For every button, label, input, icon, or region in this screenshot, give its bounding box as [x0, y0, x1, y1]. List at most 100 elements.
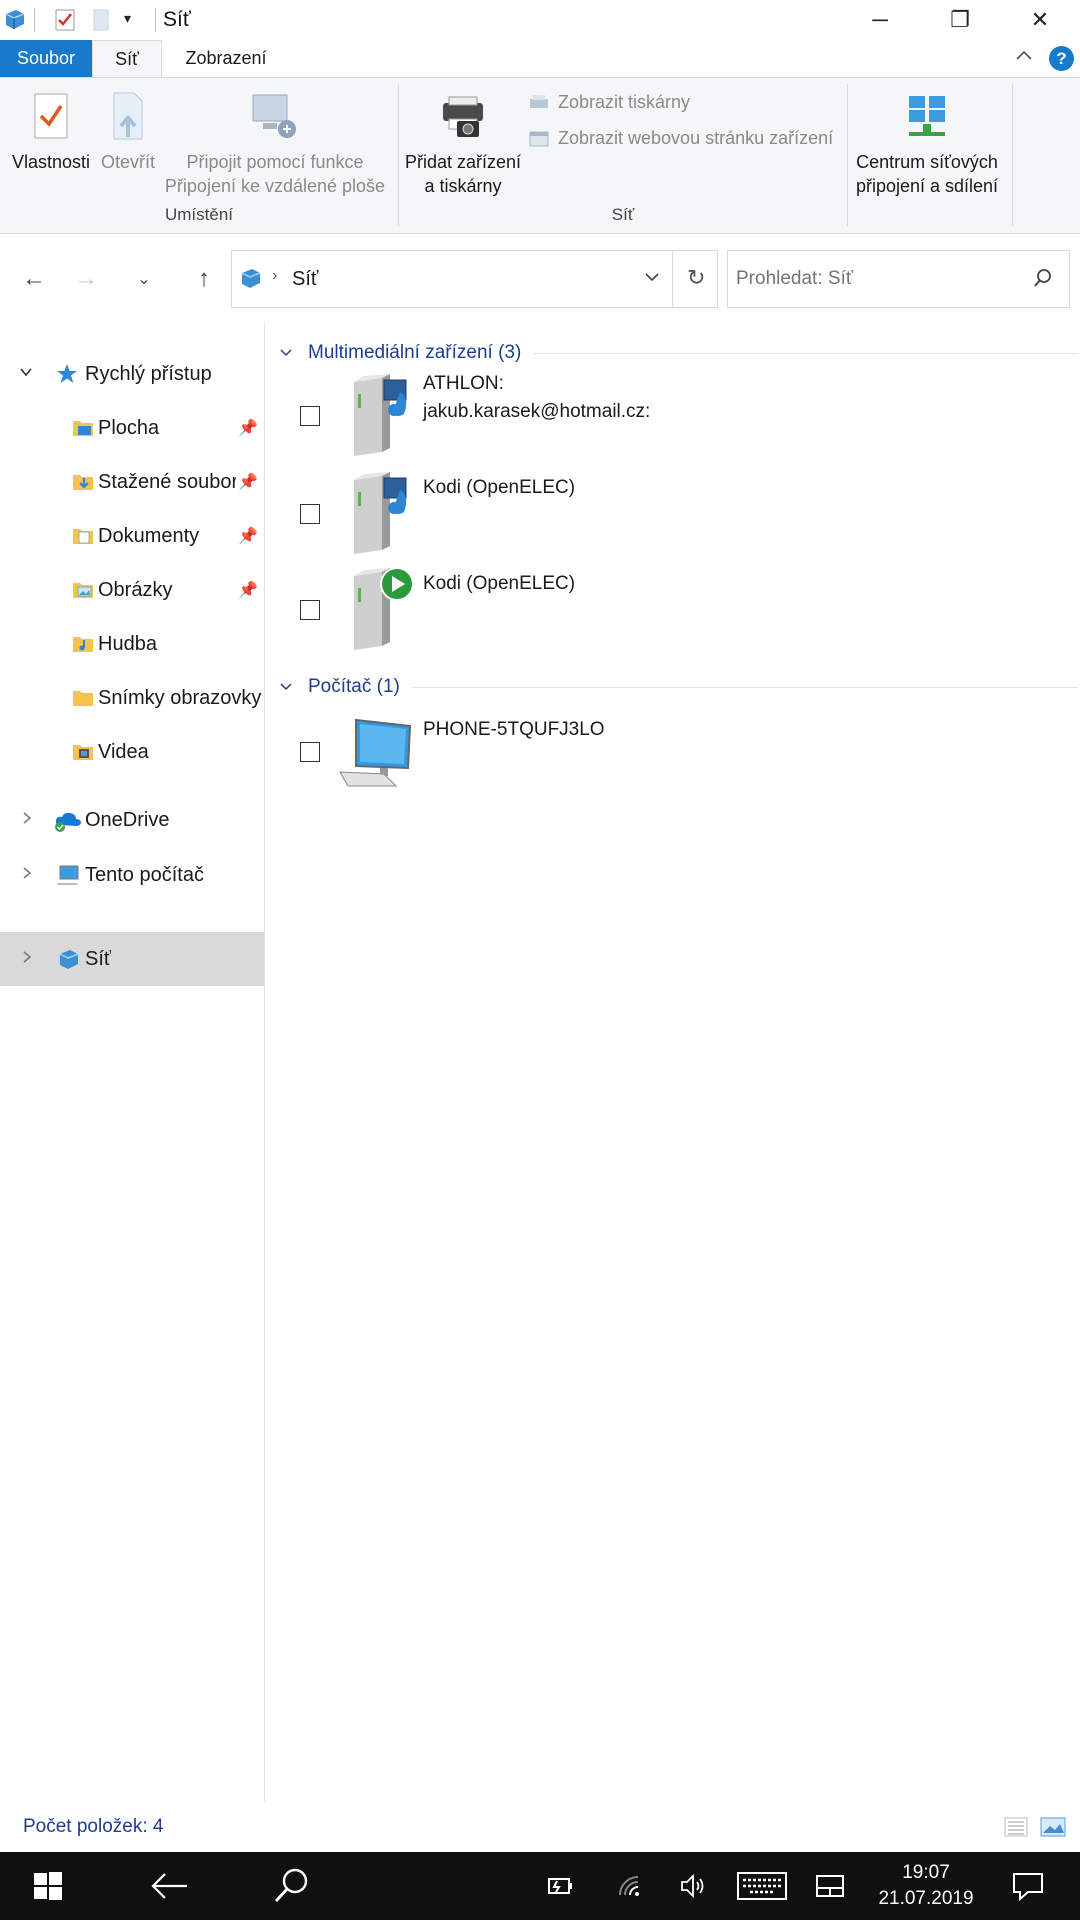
- details-view-icon[interactable]: [1004, 1816, 1028, 1843]
- list-item-kodi-1[interactable]: Kodi (OpenELEC): [266, 470, 1066, 558]
- back-button[interactable]: ←: [14, 259, 54, 299]
- tablet-mode-icon[interactable]: [812, 1852, 848, 1920]
- item-checkbox[interactable]: [300, 600, 320, 620]
- open-icon: [96, 84, 160, 150]
- help-icon[interactable]: ?: [1049, 46, 1074, 71]
- sidebar-item-quick-access[interactable]: Rychlý přístup: [0, 347, 264, 401]
- sidebar-item-network[interactable]: Síť: [0, 932, 264, 986]
- chevron-down-icon[interactable]: [278, 679, 294, 695]
- chevron-down-icon[interactable]: [18, 364, 34, 385]
- touch-keyboard-icon[interactable]: [734, 1852, 790, 1920]
- pin-icon[interactable]: 📌: [238, 418, 258, 438]
- list-item-kodi-2[interactable]: Kodi (OpenELEC): [266, 566, 1066, 654]
- remote-desktop-label-line1: Připojit pomocí funkce: [186, 152, 364, 172]
- tab-file[interactable]: Soubor: [0, 40, 92, 77]
- restore-button[interactable]: ❐: [920, 0, 1000, 40]
- address-dropdown-icon[interactable]: [642, 267, 662, 292]
- refresh-icon[interactable]: ↻: [687, 265, 705, 291]
- item-checkbox[interactable]: [300, 504, 320, 524]
- customize-toolbar-dropdown-icon[interactable]: ▾: [124, 10, 131, 27]
- recent-locations-button[interactable]: ⌄: [124, 259, 164, 299]
- restore-icon: ❐: [950, 7, 970, 32]
- start-button[interactable]: [18, 1852, 78, 1920]
- show-printers-label: Zobrazit tiskárny: [558, 92, 691, 112]
- group-header-computer[interactable]: Počítač (1): [278, 676, 1078, 698]
- sidebar-item-label: Tento počítač: [85, 863, 204, 886]
- sidebar-item-videos[interactable]: Videa: [0, 725, 264, 779]
- volume-icon[interactable]: [676, 1852, 712, 1920]
- clock[interactable]: 19:07 21.07.2019: [866, 1860, 986, 1912]
- tab-view[interactable]: Zobrazení: [170, 40, 282, 77]
- large-icons-view-icon[interactable]: [1040, 1816, 1066, 1843]
- media-player-icon: [344, 566, 418, 655]
- sidebar-item-label: Dokumenty: [98, 524, 200, 547]
- breadcrumb-network[interactable]: Síť: [292, 268, 318, 291]
- minimize-icon: ─: [872, 7, 888, 32]
- properties-button[interactable]: Vlastnosti: [6, 84, 96, 174]
- group-label-network: Síť: [611, 205, 635, 224]
- sidebar-item-downloads[interactable]: Stažené soubory 📌: [0, 455, 264, 509]
- close-icon: ✕: [1030, 7, 1050, 32]
- tab-network[interactable]: Síť: [92, 40, 162, 77]
- search-box[interactable]: [727, 250, 1070, 308]
- item-checkbox[interactable]: [300, 742, 320, 762]
- sidebar-item-this-pc[interactable]: Tento počítač: [0, 848, 264, 902]
- chevron-down-icon[interactable]: [278, 345, 294, 361]
- show-device-webpage-button[interactable]: Zobrazit webovou stránku zařízení: [528, 128, 833, 149]
- minimize-button[interactable]: ─: [840, 0, 920, 40]
- pin-icon[interactable]: 📌: [238, 472, 258, 492]
- clock-date: 21.07.2019: [878, 1888, 974, 1909]
- search-taskbar-button[interactable]: [258, 1852, 324, 1920]
- printers-icon: [530, 94, 548, 108]
- search-icon[interactable]: [1032, 267, 1054, 294]
- group-divider: [533, 352, 1078, 354]
- forward-button[interactable]: →: [66, 259, 106, 299]
- sidebar-item-desktop[interactable]: Plocha 📌: [0, 401, 264, 455]
- show-printers-button[interactable]: Zobrazit tiskárny: [528, 92, 690, 113]
- group-header-media[interactable]: Multimediální zařízení (3): [278, 342, 1078, 364]
- new-folder-quick-icon[interactable]: [92, 8, 110, 37]
- star-icon: [56, 363, 78, 385]
- navigation-pane: Rychlý přístup Plocha 📌 Stažené soubory …: [0, 322, 265, 1802]
- action-center-button[interactable]: [1006, 1852, 1050, 1920]
- sidebar-item-label: Stažené soubory: [98, 470, 236, 493]
- address-bar[interactable]: › Síť ↻: [231, 250, 718, 308]
- sidebar-item-onedrive[interactable]: OneDrive: [0, 793, 264, 847]
- properties-quick-icon[interactable]: [54, 8, 76, 37]
- chevron-right-icon[interactable]: [20, 949, 34, 970]
- title-separator: [155, 8, 156, 32]
- navigation-bar: ← → ⌄ ↑ › Síť ↻: [0, 234, 1080, 322]
- back-taskbar-button[interactable]: [136, 1852, 202, 1920]
- sidebar-item-pictures[interactable]: Obrázky 📌: [0, 563, 264, 617]
- add-devices-button[interactable]: Přidat zařízení a tiskárny: [400, 84, 526, 198]
- sidebar-item-label: Snímky obrazovky: [98, 686, 262, 709]
- close-button[interactable]: ✕: [1000, 0, 1080, 40]
- file-list: Multimediální zařízení (3) ATHLON: jakub…: [266, 322, 1080, 1802]
- pin-icon[interactable]: 📌: [238, 526, 258, 546]
- remote-desktop-button[interactable]: Připojit pomocí funkce Připojení ke vzdá…: [160, 84, 390, 198]
- list-item-athlon[interactable]: ATHLON: jakub.karasek@hotmail.cz:: [266, 370, 1066, 458]
- wifi-icon[interactable]: [612, 1852, 648, 1920]
- sidebar-item-screenshots[interactable]: Snímky obrazovky: [0, 671, 264, 725]
- device-webpage-icon: [529, 131, 549, 146]
- pin-icon[interactable]: 📌: [238, 580, 258, 600]
- network-center-label-line1: Centrum síťových: [856, 152, 998, 172]
- chevron-right-icon[interactable]: [20, 810, 34, 831]
- sidebar-item-label: Hudba: [98, 632, 157, 655]
- open-button[interactable]: Otevřít: [96, 84, 160, 174]
- chevron-right-icon[interactable]: [20, 865, 34, 886]
- collapse-ribbon-icon[interactable]: [1014, 46, 1034, 72]
- up-button[interactable]: ↑: [184, 259, 224, 299]
- search-input[interactable]: [736, 263, 1026, 295]
- group-label-location: Umístění: [164, 205, 234, 224]
- ribbon-group-separator: [847, 84, 848, 226]
- desktop-folder-icon: [72, 417, 94, 439]
- network-center-icon: [850, 84, 1004, 150]
- network-sharing-center-button[interactable]: Centrum síťových připojení a sdílení: [850, 84, 1004, 198]
- sidebar-item-music[interactable]: Hudba: [0, 617, 264, 671]
- battery-icon[interactable]: [542, 1852, 578, 1920]
- sidebar-item-documents[interactable]: Dokumenty 📌: [0, 509, 264, 563]
- list-item-phone[interactable]: PHONE-5TQUFJ3LO: [266, 712, 1066, 792]
- item-checkbox[interactable]: [300, 406, 320, 426]
- computer-icon: [338, 716, 414, 793]
